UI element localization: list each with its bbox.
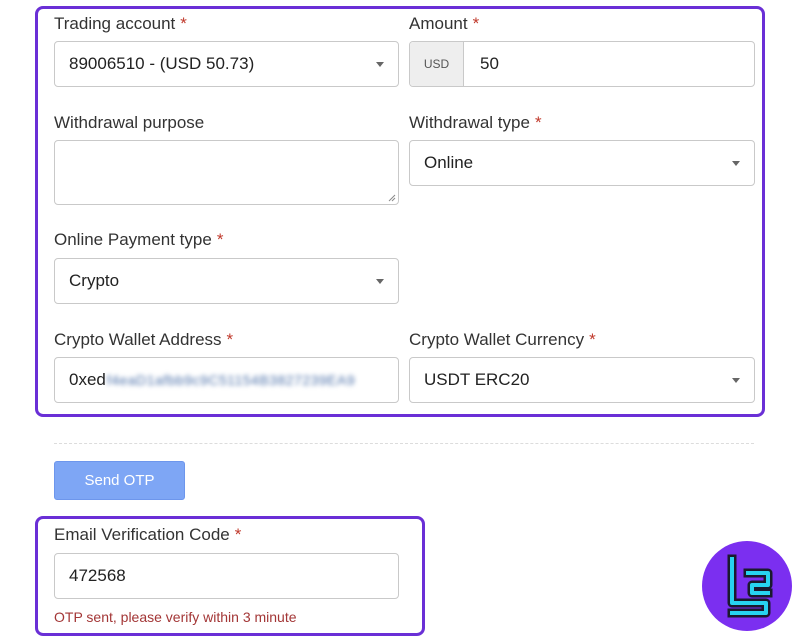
required-mark: *	[180, 14, 187, 33]
online-payment-type-select[interactable]: Crypto	[54, 258, 399, 304]
resize-handle-icon[interactable]	[388, 194, 396, 202]
required-mark: *	[589, 330, 596, 349]
amount-input-group[interactable]: USD 50	[409, 41, 755, 87]
tradingfinder-logo-icon	[702, 541, 792, 631]
logo-glyph	[727, 554, 773, 618]
online-payment-type-label: Online Payment type *	[54, 230, 224, 249]
currency-addon: USD	[410, 42, 464, 86]
online-payment-type-value: Crypto	[69, 271, 120, 290]
trading-account-value: 89006510 - (USD 50.73)	[69, 54, 255, 73]
otp-sent-hint: OTP sent, please verify within 3 minute	[54, 609, 297, 625]
required-mark: *	[234, 525, 242, 544]
required-mark: *	[472, 14, 480, 33]
required-mark: *	[216, 230, 224, 249]
chevron-down-icon	[376, 279, 384, 284]
required-mark: *	[534, 113, 542, 132]
chevron-down-icon	[732, 378, 740, 383]
amount-input[interactable]: 50	[480, 54, 499, 74]
email-verification-value: 472568	[69, 566, 126, 585]
amount-label: Amount *	[409, 14, 480, 33]
required-mark: *	[226, 330, 234, 349]
withdrawal-type-value: Online	[424, 153, 474, 172]
crypto-wallet-currency-select[interactable]: USDT ERC20	[409, 357, 755, 403]
chevron-down-icon	[376, 62, 384, 67]
obscured-address: f4eaD1afbb9c9C51154B3827239EA9	[106, 372, 356, 388]
crypto-wallet-address-value: 0xedf4eaD1afbb9c9C51154B3827239EA9	[69, 370, 356, 389]
crypto-wallet-currency-value: USDT ERC20	[424, 370, 530, 389]
chevron-down-icon	[732, 161, 740, 166]
withdrawal-purpose-textarea[interactable]	[54, 140, 399, 205]
crypto-wallet-currency-label: Crypto Wallet Currency *	[409, 330, 596, 349]
trading-account-select[interactable]: 89006510 - (USD 50.73)	[54, 41, 399, 87]
withdrawal-type-label: Withdrawal type *	[409, 113, 542, 132]
crypto-wallet-address-label: Crypto Wallet Address *	[54, 330, 234, 349]
crypto-wallet-address-input[interactable]: 0xedf4eaD1afbb9c9C51154B3827239EA9	[54, 357, 399, 403]
section-divider	[54, 443, 754, 444]
send-otp-button[interactable]: Send OTP	[54, 461, 185, 500]
email-verification-input[interactable]: 472568	[54, 553, 399, 599]
withdrawal-purpose-label: Withdrawal purpose	[54, 113, 205, 132]
email-verification-label: Email Verification Code *	[54, 525, 242, 544]
withdrawal-type-select[interactable]: Online	[409, 140, 755, 186]
trading-account-label: Trading account *	[54, 14, 187, 33]
